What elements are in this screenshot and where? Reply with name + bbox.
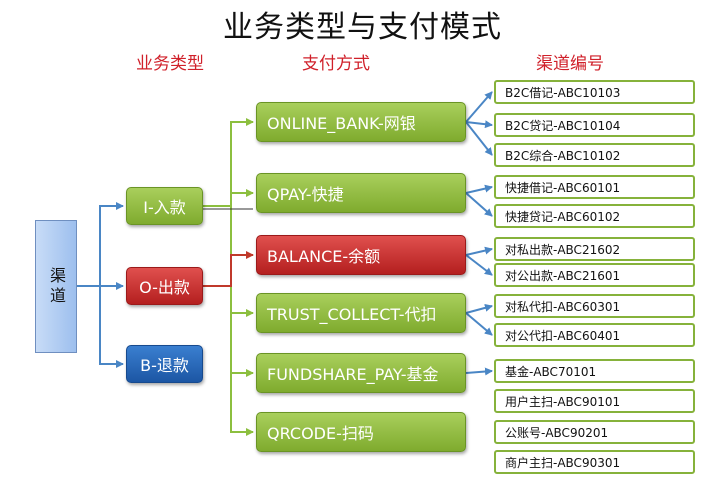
- channel-label: B2C综合-ABC10102: [505, 148, 621, 163]
- payment-online-bank-box[interactable]: ONLINE_BANK-网银: [256, 102, 466, 142]
- channel-b2c-combined[interactable]: B2C综合-ABC10102: [494, 143, 695, 167]
- source-to-type-connectors: [77, 202, 124, 368]
- type-inbound-box[interactable]: I-入款: [126, 187, 203, 225]
- type-outbound-box[interactable]: O-出款: [126, 267, 203, 305]
- payment-trust-collect-box[interactable]: TRUST_COLLECT-代扣: [256, 293, 466, 333]
- channel-b2c-debit[interactable]: B2C借记-ABC10103: [494, 80, 695, 104]
- type-refund-label: B-退款: [140, 356, 189, 375]
- header-payment-method: 支付方式: [302, 54, 370, 74]
- payment-qpay-label: QPAY-快捷: [267, 185, 344, 204]
- payment-to-channel-connectors: [465, 91, 493, 376]
- source-channel-label: 渠道: [47, 266, 66, 307]
- payment-fundshare-pay-box[interactable]: FUNDSHARE_PAY-基金: [256, 353, 466, 393]
- channel-quick-credit[interactable]: 快捷贷记-ABC60102: [494, 204, 695, 228]
- diagram-title: 业务类型与支付模式: [223, 10, 502, 45]
- channel-label: 快捷贷记-ABC60102: [505, 209, 621, 224]
- payment-fundshare-pay-label: FUNDSHARE_PAY-基金: [267, 365, 439, 384]
- channel-public-account[interactable]: 公账号-ABC90201: [494, 420, 695, 444]
- channel-public-payout[interactable]: 对公出款-ABC21601: [494, 263, 695, 287]
- channel-private-payout[interactable]: 对私出款-ABC21602: [494, 237, 695, 261]
- payment-balance-label: BALANCE-余额: [267, 247, 381, 266]
- type-outbound-label: O-出款: [139, 278, 190, 297]
- payment-online-bank-label: ONLINE_BANK-网银: [267, 114, 416, 133]
- payment-balance-box[interactable]: BALANCE-余额: [256, 235, 466, 275]
- channel-label: 用户主扫-ABC90101: [505, 394, 621, 409]
- channel-label: 商户主扫-ABC90301: [505, 455, 621, 470]
- channel-label: 对公代扣-ABC60401: [505, 328, 621, 343]
- payment-qrcode-label: QRCODE-扫码: [267, 424, 374, 443]
- channel-merchant-scan[interactable]: 商户主扫-ABC90301: [494, 450, 695, 474]
- type-inbound-label: I-入款: [143, 198, 186, 217]
- channel-label: 公账号-ABC90201: [505, 425, 609, 440]
- channel-label: 对公出款-ABC21601: [505, 268, 621, 283]
- channel-label: 对私出款-ABC21602: [505, 242, 621, 257]
- channel-label: B2C贷记-ABC10104: [505, 118, 621, 133]
- payment-qpay-box[interactable]: QPAY-快捷: [256, 173, 466, 213]
- channel-quick-debit[interactable]: 快捷借记-ABC60101: [494, 175, 695, 199]
- type-refund-box[interactable]: B-退款: [126, 345, 203, 383]
- channel-label: 基金-ABC70101: [505, 364, 597, 379]
- payment-trust-collect-label: TRUST_COLLECT-代扣: [267, 305, 437, 324]
- header-channel-code: 渠道编号: [536, 54, 604, 74]
- channel-label: 快捷借记-ABC60101: [505, 180, 621, 195]
- outbound-to-payment-connectors: [203, 251, 254, 287]
- channel-fund[interactable]: 基金-ABC70101: [494, 359, 695, 383]
- inbound-to-payment-connectors: [203, 118, 254, 436]
- channel-user-scan[interactable]: 用户主扫-ABC90101: [494, 389, 695, 413]
- channel-private-debit[interactable]: 对私代扣-ABC60301: [494, 294, 695, 318]
- channel-b2c-credit[interactable]: B2C贷记-ABC10104: [494, 113, 695, 137]
- header-business-type: 业务类型: [136, 54, 204, 74]
- channel-label: B2C借记-ABC10103: [505, 85, 621, 100]
- payment-qrcode-box[interactable]: QRCODE-扫码: [256, 412, 466, 452]
- channel-public-debit[interactable]: 对公代扣-ABC60401: [494, 323, 695, 347]
- channel-label: 对私代扣-ABC60301: [505, 299, 621, 314]
- source-channel-box[interactable]: 渠道: [35, 220, 77, 353]
